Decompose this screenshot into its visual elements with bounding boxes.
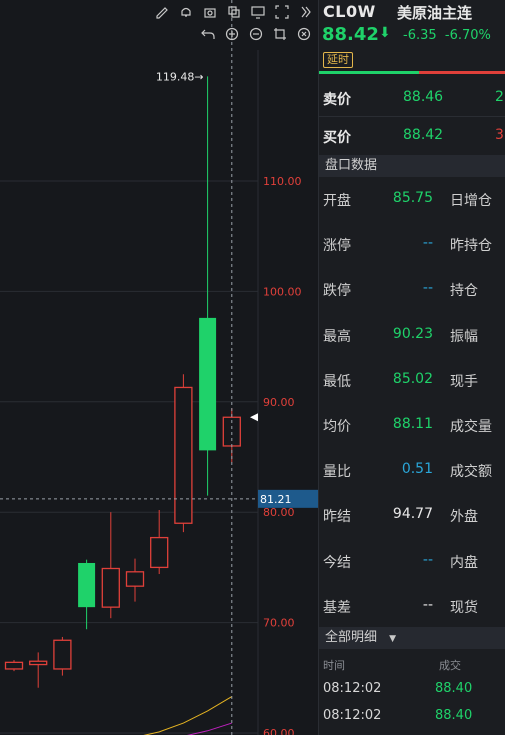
candle-body: [101, 567, 120, 608]
candle-body: [174, 386, 193, 524]
candle-body: [53, 639, 72, 670]
candle-body: [29, 660, 48, 666]
ask-volume: 2: [495, 89, 504, 105]
price-change: -6.35 -6.70%: [403, 28, 491, 43]
camera-icon[interactable]: [202, 4, 218, 20]
trade-price: 88.40: [435, 681, 473, 696]
symbol-code: CL0W: [323, 2, 376, 21]
double-chevron-right-icon[interactable]: [298, 4, 314, 20]
stat-label: 基差: [323, 599, 351, 616]
stat-label-secondary: 外盘: [450, 509, 478, 526]
stat-label-secondary: 昨持仓: [450, 238, 492, 255]
y-tick-label: 90.00: [263, 396, 295, 409]
change-value: -6.35: [403, 28, 437, 43]
chart-panel[interactable]: 110.00 100.00 90.00 80.00 70.00 60.00 81.21 119…: [0, 0, 318, 735]
trade-time: 08:12:02: [323, 681, 382, 696]
detail-head-trade: 成交: [439, 659, 461, 672]
bid-label: 买价: [323, 130, 351, 146]
stat-label-secondary: 内盘: [450, 554, 478, 571]
stat-value: --: [422, 235, 433, 252]
trade-price: 88.40: [435, 708, 473, 723]
monitor-icon[interactable]: [250, 4, 266, 20]
stat-value: 90.23: [392, 325, 433, 342]
stat-value: --: [422, 551, 433, 568]
sell-ratio-bar: [419, 71, 505, 74]
candle-body: [78, 562, 96, 608]
fullscreen-icon[interactable]: [274, 4, 290, 20]
stat-label-secondary: 现手: [450, 373, 478, 390]
candlestick-chart[interactable]: 110.00 100.00 90.00 80.00 70.00 60.00 81.21 119…: [0, 0, 318, 735]
quote-panel: CL0W 美原油主连 88.42 ⬇ -6.35 -6.70% 延时 卖价 88…: [318, 0, 505, 735]
stat-label: 量比: [323, 464, 351, 481]
chart-toolbar-top: [154, 4, 314, 20]
candle-body: [4, 661, 24, 670]
stat-label: 昨结: [323, 509, 351, 526]
pencil-icon[interactable]: [154, 4, 170, 20]
stat-value: 85.75: [392, 190, 433, 206]
stat-label: 最高: [323, 328, 351, 345]
stat-value: 94.77: [392, 506, 433, 523]
zoom-out-icon[interactable]: [248, 26, 264, 42]
stat-label: 跌停: [323, 283, 351, 300]
price-pointer-icon: [250, 413, 258, 422]
y-tick-label: 60.00: [263, 727, 295, 735]
stat-label: 开盘: [323, 193, 351, 209]
ask-price: 88.46: [403, 89, 444, 105]
candle-body: [125, 571, 145, 587]
candle-body: [199, 317, 217, 451]
y-tick-label: 70.00: [263, 617, 295, 630]
detail-title: 全部明细: [325, 630, 378, 645]
stat-label-secondary: 成交量: [450, 419, 492, 435]
trade-time: 08:12:02: [323, 708, 382, 723]
stat-value: --: [422, 596, 433, 613]
y-tick-label: 80.00: [263, 506, 295, 519]
delay-badge: 延时: [323, 52, 353, 68]
instrument-name: 美原油主连: [397, 4, 473, 22]
stat-label-secondary: 现货: [450, 599, 478, 616]
stat-value: 0.51: [401, 461, 433, 478]
stat-label: 涨停: [323, 238, 351, 255]
stat-label-secondary: 持仓: [450, 283, 478, 300]
bid-price: 88.42: [403, 127, 444, 143]
ask-label: 卖价: [323, 92, 351, 108]
bell-icon[interactable]: [178, 4, 194, 20]
stat-label: 今结: [323, 554, 351, 571]
section-header-market-data: 盘口数据: [319, 155, 505, 177]
stat-value: --: [422, 280, 433, 297]
zoom-in-icon[interactable]: [224, 26, 240, 42]
crosshair-price-label: 81.21: [260, 493, 292, 506]
down-arrow-icon: ⬇: [379, 25, 391, 41]
y-tick-label: 110.00: [263, 175, 302, 188]
last-price: 88.42: [322, 24, 379, 45]
stat-label-secondary: 振幅: [450, 328, 478, 345]
stat-label-secondary: 成交额: [450, 464, 492, 481]
y-tick-label: 100.00: [263, 285, 302, 298]
moving-average-line: [143, 696, 233, 735]
stat-label: 最低: [323, 373, 351, 390]
bid-volume: 3: [495, 127, 504, 143]
crop-icon[interactable]: [272, 26, 288, 42]
close-circle-icon[interactable]: [296, 26, 312, 42]
undo-icon[interactable]: [200, 26, 216, 42]
stat-label: 均价: [323, 419, 351, 435]
high-marker-label: 119.48→: [156, 70, 204, 83]
chart-toolbar-second: [200, 26, 312, 42]
section-header-detail[interactable]: 全部明细 ▼: [319, 627, 505, 649]
change-percent: -6.70%: [444, 28, 491, 43]
stat-label-secondary: 日增仓: [450, 193, 492, 209]
layers-icon[interactable]: [226, 4, 242, 20]
stat-value: 85.02: [392, 370, 433, 387]
buy-ratio-bar: [319, 71, 419, 74]
divider: [319, 116, 505, 117]
detail-head-time: 时间: [323, 659, 345, 672]
stat-value: 88.11: [392, 416, 433, 432]
caret-down-icon[interactable]: ▼: [389, 634, 396, 644]
candle-body: [150, 536, 169, 569]
